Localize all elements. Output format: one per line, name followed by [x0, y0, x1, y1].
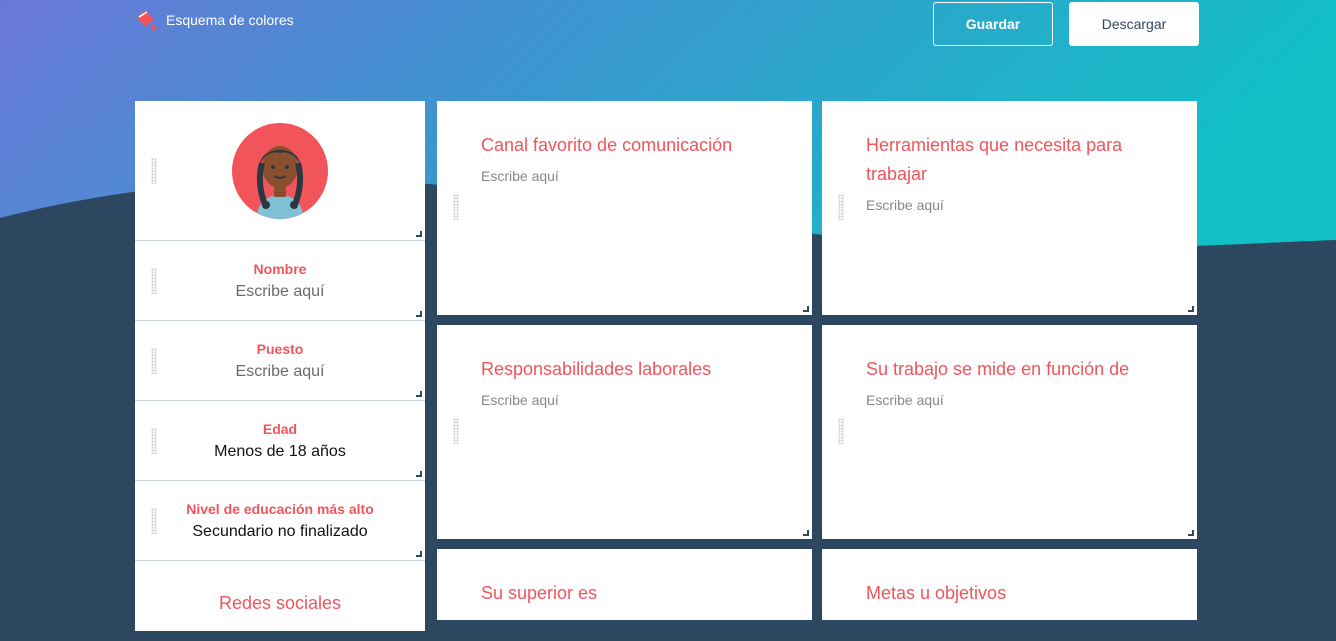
drag-handle-icon[interactable]: [151, 428, 157, 454]
profile-panel: Nombre Escribe aquí Puesto Escribe aquí …: [135, 101, 425, 631]
resize-handle-icon[interactable]: [416, 471, 422, 477]
card-tools[interactable]: Herramientas que necesita para trabajar …: [822, 101, 1197, 315]
field-value[interactable]: Secundario no finalizado: [192, 523, 367, 541]
girl-avatar-icon[interactable]: [232, 122, 328, 219]
resize-handle-icon[interactable]: [1188, 530, 1194, 536]
download-button[interactable]: Descargar: [1069, 2, 1199, 46]
card-superior[interactable]: Su superior es: [437, 549, 812, 620]
social-networks-title: Redes sociales: [218, 593, 342, 613]
card-measured-by[interactable]: Su trabajo se mide en función de Escribe…: [822, 325, 1197, 539]
field-value[interactable]: Escribe aquí: [236, 283, 325, 301]
resize-handle-icon[interactable]: [416, 231, 422, 237]
card-title: Metas u objetivos: [866, 583, 1007, 603]
drag-handle-icon[interactable]: [151, 348, 157, 374]
color-scheme-button[interactable]: Esquema de colores: [134, 8, 294, 32]
card-title: Responsabilidades laborales: [481, 359, 712, 379]
resize-handle-icon[interactable]: [416, 391, 422, 397]
drag-handle-icon[interactable]: [151, 268, 157, 294]
avatar-cell: [135, 101, 425, 241]
field-label: Nivel de educación más alto: [186, 500, 374, 517]
card-title: Canal favorito de comunicación: [481, 135, 733, 155]
drag-handle-icon[interactable]: [838, 194, 844, 220]
field-value[interactable]: Menos de 18 años: [214, 443, 346, 461]
card-goals[interactable]: Metas u objetivos: [822, 549, 1197, 620]
card-title: Su superior es: [481, 583, 598, 603]
profile-field-education[interactable]: Nivel de educación más alto Secundario n…: [135, 481, 425, 561]
card-input[interactable]: Escribe aquí: [481, 168, 768, 184]
card-input[interactable]: Escribe aquí: [481, 392, 768, 408]
drag-handle-icon[interactable]: [453, 418, 459, 444]
profile-field-name[interactable]: Nombre Escribe aquí: [135, 241, 425, 321]
card-input[interactable]: Escribe aquí: [866, 197, 1153, 213]
resize-handle-icon[interactable]: [1188, 306, 1194, 312]
card-input[interactable]: Escribe aquí: [866, 392, 1153, 408]
drag-handle-icon[interactable]: [151, 158, 157, 184]
paint-bucket-icon: [137, 10, 157, 31]
field-value[interactable]: Escribe aquí: [236, 363, 325, 381]
social-networks-section[interactable]: Redes sociales: [135, 561, 425, 641]
drag-handle-icon[interactable]: [151, 508, 157, 534]
card-title: Su trabajo se mide en función de: [866, 359, 1130, 379]
profile-field-position[interactable]: Puesto Escribe aquí: [135, 321, 425, 401]
resize-handle-icon[interactable]: [803, 306, 809, 312]
profile-field-age[interactable]: Edad Menos de 18 años: [135, 401, 425, 481]
field-label: Edad: [262, 420, 298, 437]
card-title: Herramientas que necesita para trabajar: [866, 135, 1123, 184]
drag-handle-icon[interactable]: [453, 194, 459, 220]
drag-handle-icon[interactable]: [838, 418, 844, 444]
resize-handle-icon[interactable]: [416, 311, 422, 317]
field-label: Puesto: [256, 340, 304, 357]
color-scheme-label: Esquema de colores: [166, 12, 294, 28]
card-communication-channel[interactable]: Canal favorito de comunicación Escribe a…: [437, 101, 812, 315]
field-label: Nombre: [253, 260, 307, 277]
resize-handle-icon[interactable]: [416, 551, 422, 557]
resize-handle-icon[interactable]: [803, 530, 809, 536]
top-toolbar: Esquema de colores Guardar Descargar: [0, 0, 1336, 80]
save-button[interactable]: Guardar: [933, 2, 1053, 46]
card-responsibilities[interactable]: Responsabilidades laborales Escribe aquí: [437, 325, 812, 539]
